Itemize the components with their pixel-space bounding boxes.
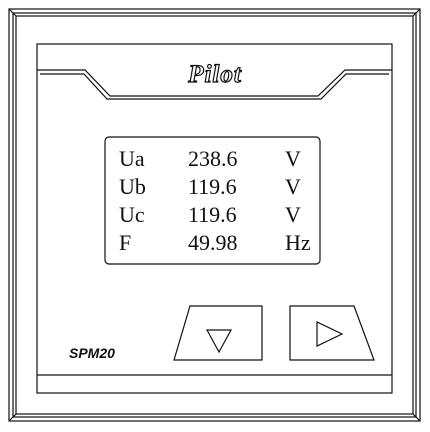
row-value-f: 49.98	[188, 230, 238, 255]
row-label-uc: Uc	[119, 202, 145, 227]
row-label-ua: Ua	[119, 146, 145, 171]
right-button-face[interactable]	[289, 305, 375, 361]
down-button-face[interactable]	[173, 305, 263, 361]
right-button[interactable]	[289, 305, 375, 361]
row-value-uc: 119.6	[188, 202, 237, 227]
lcd-rows: Ua 238.6 V Ub 119.6 V Uc 119.6 V F 49.98…	[119, 146, 311, 255]
model-label: SPM20	[69, 345, 115, 361]
row-unit-ub: V	[285, 174, 301, 199]
row-label-ub: Ub	[119, 174, 146, 199]
row-unit-ua: V	[285, 146, 301, 171]
brand-logo: Pilot	[187, 61, 242, 88]
panel-meter-drawing: Pilot Ua 238.6 V Ub 119.6 V Uc 119.6 V F…	[8, 8, 421, 422]
down-button[interactable]	[173, 305, 263, 361]
row-unit-f: Hz	[285, 230, 311, 255]
row-value-ub: 119.6	[188, 174, 237, 199]
row-value-ua: 238.6	[188, 146, 238, 171]
row-label-f: F	[119, 230, 131, 255]
row-unit-uc: V	[285, 202, 301, 227]
